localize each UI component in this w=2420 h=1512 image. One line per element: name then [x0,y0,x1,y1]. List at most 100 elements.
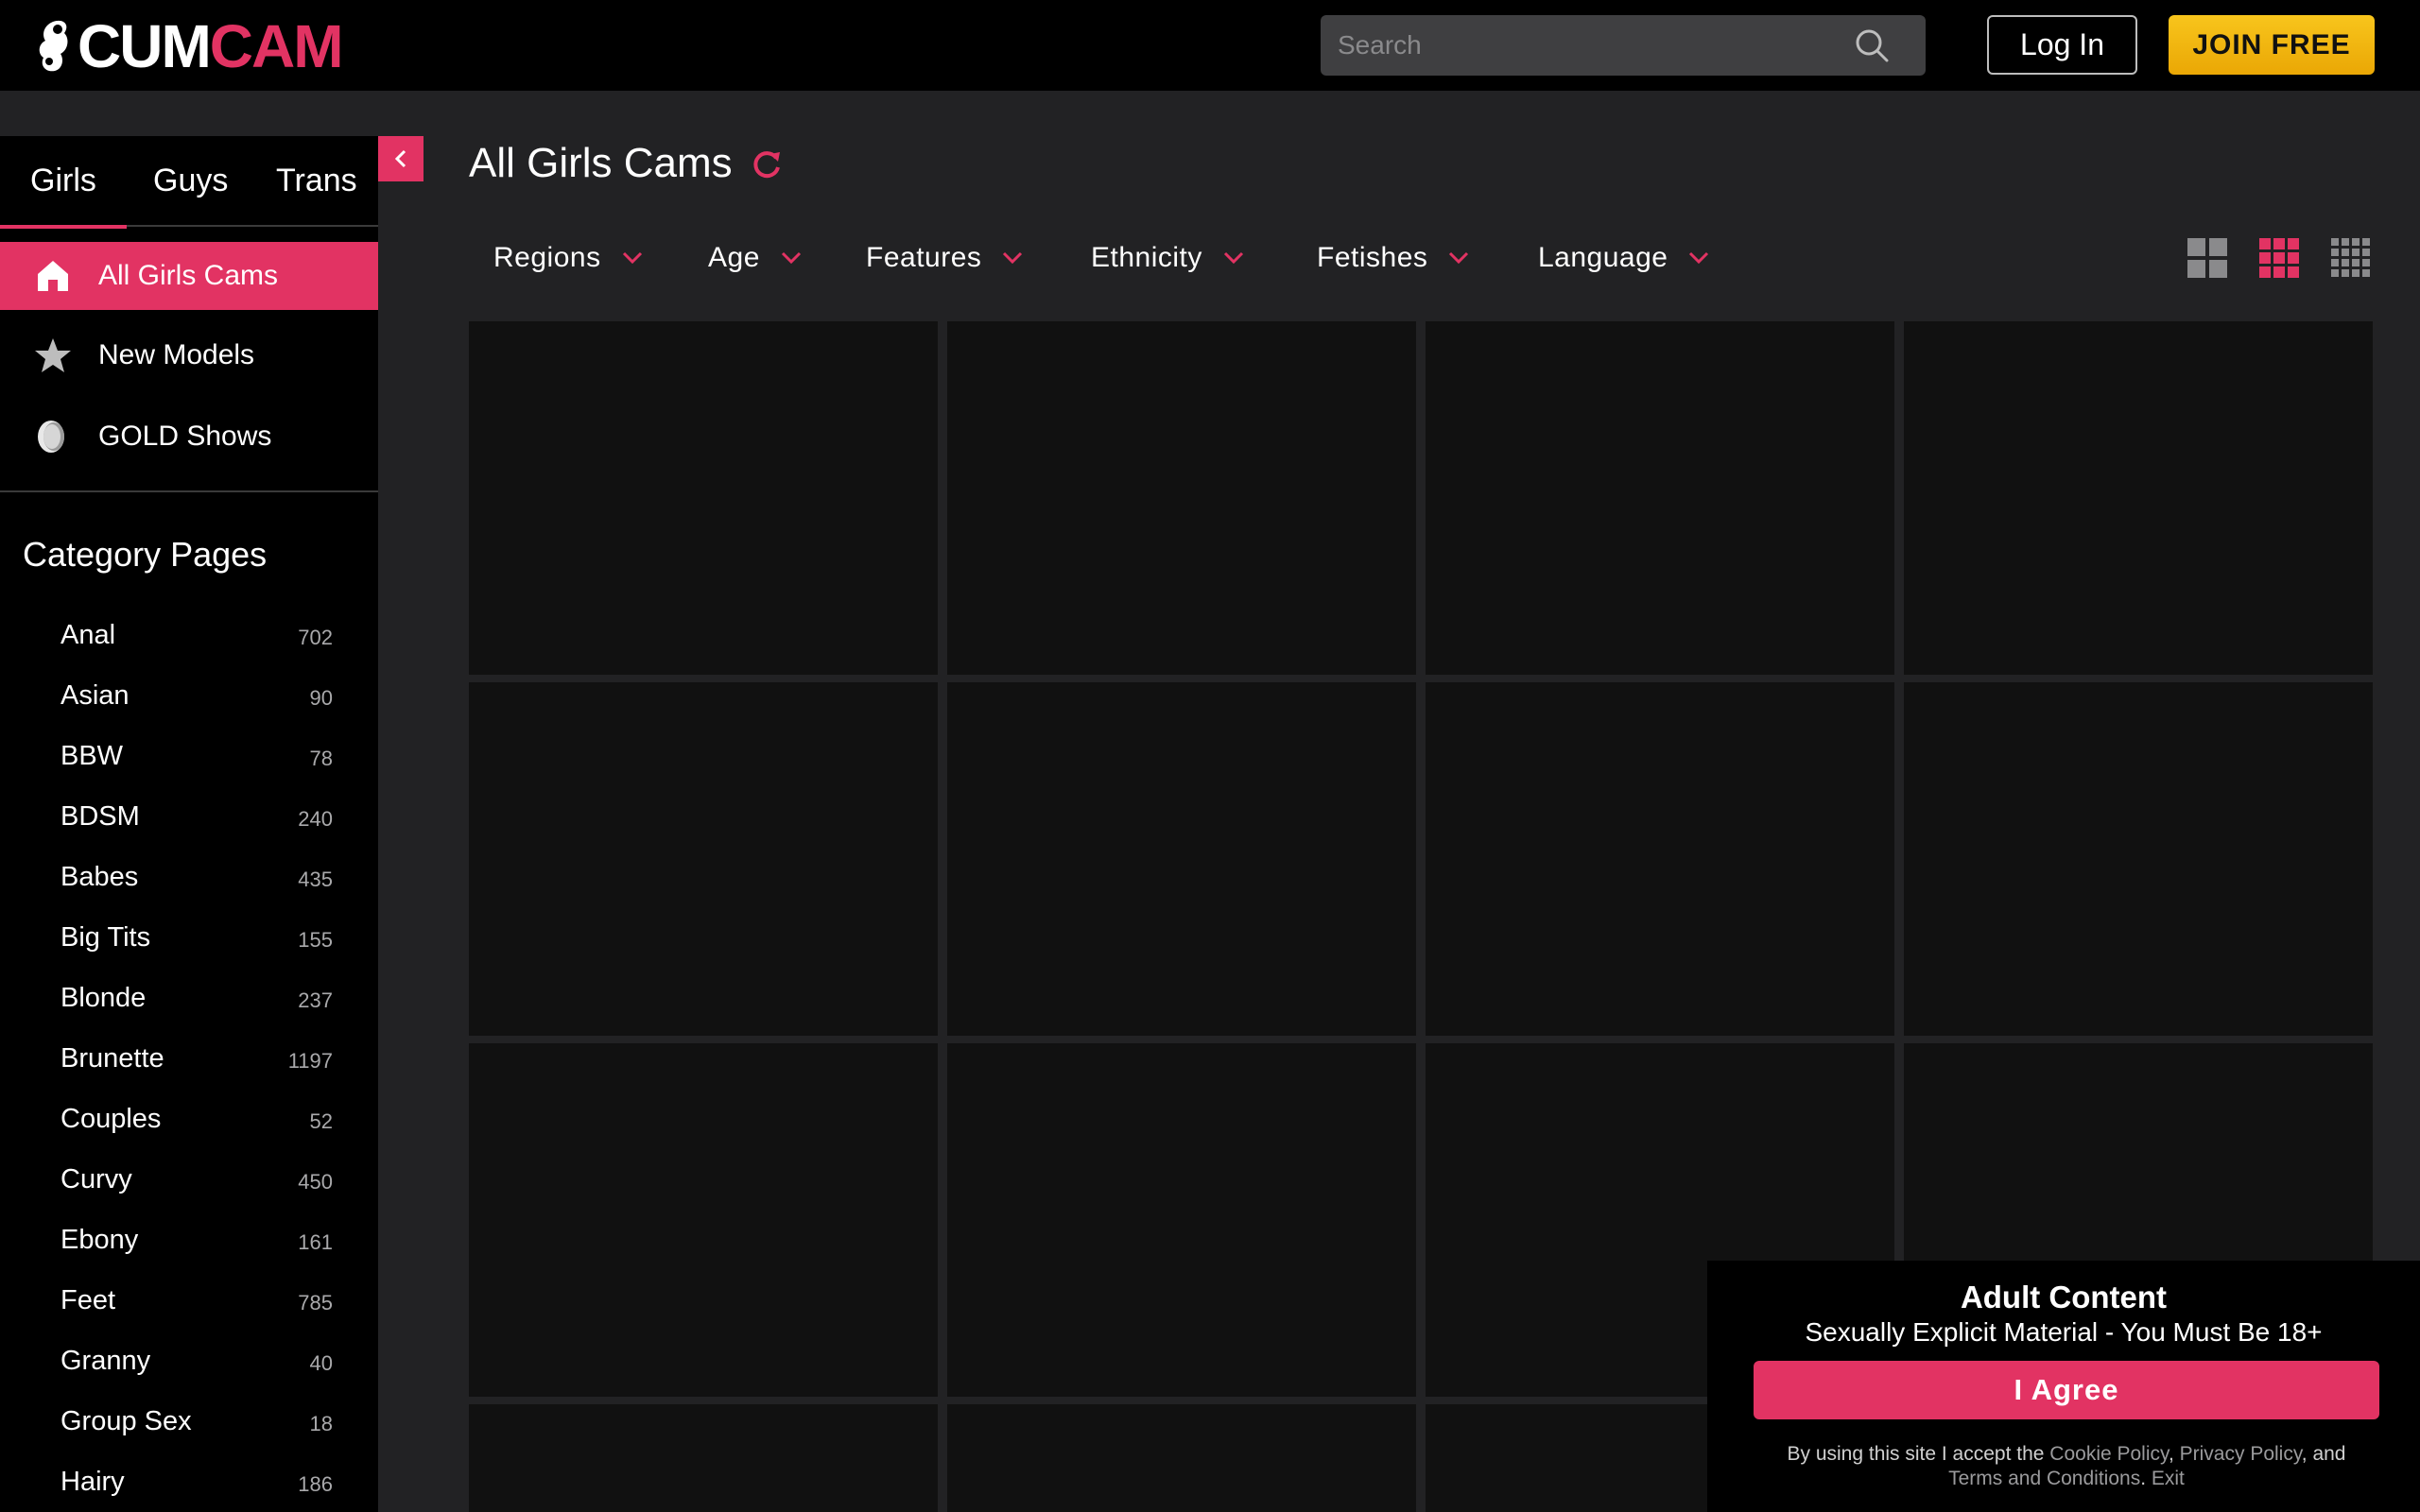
category-count: 40 [309,1351,333,1375]
chevron-down-icon [1689,251,1709,265]
medium-grid-icon[interactable] [2259,238,2299,278]
cam-tile[interactable] [1904,321,2373,675]
logo-drop-icon [39,20,68,72]
cam-tile[interactable] [469,1043,938,1397]
category-name: Babes [60,862,139,892]
category-item[interactable]: Curvy 450 [60,1164,333,1202]
cam-tile[interactable] [1904,682,2373,1036]
category-count: 78 [309,747,333,770]
filter-ethnicity[interactable]: Ethnicity [1091,242,1244,274]
filter-label: Regions [493,242,601,273]
cam-tile[interactable] [1426,321,1894,675]
cam-tile[interactable] [947,1404,1416,1512]
category-item[interactable]: Asian 90 [60,680,333,718]
category-item[interactable]: Feet 785 [60,1285,333,1323]
category-count: 450 [298,1170,333,1194]
refresh-icon[interactable] [751,148,783,180]
cam-tile[interactable] [947,682,1416,1036]
privacy-policy-link[interactable]: Privacy Policy [2180,1443,2302,1465]
category-item[interactable]: Ebony 161 [60,1225,333,1263]
category-item[interactable]: Group Sex 18 [60,1406,333,1444]
logo-text-white: CUM [78,12,212,80]
legal-prefix: By using this site I accept the [1787,1443,2050,1465]
category-item[interactable]: Babes 435 [60,862,333,900]
nav-item-gold-shows[interactable]: GOLD Shows [0,403,378,471]
category-count: 186 [298,1472,333,1496]
gender-tabs: Girls Guys Trans [0,136,378,229]
category-name: BDSM [60,801,140,832]
search-icon[interactable] [1855,28,1889,62]
search-input[interactable] [1321,15,1926,76]
category-item[interactable]: BDSM 240 [60,801,333,839]
filter-label: Language [1538,242,1668,273]
cam-tile[interactable] [947,1043,1416,1397]
category-item[interactable]: Granny 40 [60,1346,333,1383]
small-grid-icon[interactable] [2331,238,2371,278]
nav-item-all-girls-cams[interactable]: All Girls Cams [0,242,378,310]
filter-age[interactable]: Age [708,242,802,274]
cam-tile[interactable] [947,321,1416,675]
cam-tile[interactable] [469,682,938,1036]
category-name: Couples [60,1104,162,1134]
category-item[interactable]: Anal 702 [60,620,333,658]
category-name: Group Sex [60,1406,192,1436]
terms-link[interactable]: Terms and Conditions [1948,1468,2140,1489]
cam-tile[interactable] [469,1404,938,1512]
login-button[interactable]: Log In [1987,15,2137,75]
sidebar-divider [0,490,378,492]
chevron-down-icon [1449,251,1469,265]
large-grid-icon[interactable] [2187,238,2227,278]
legal-and: , and [2301,1443,2346,1465]
filter-fetishes[interactable]: Fetishes [1317,242,1469,274]
category-name: Big Tits [60,922,151,953]
consent-legal-text: By using this site I accept the Cookie P… [1783,1442,2350,1491]
category-item[interactable]: Couples 52 [60,1104,333,1142]
category-name: Hairy [60,1467,125,1497]
category-name: Anal [60,620,116,650]
filter-language[interactable]: Language [1538,242,1709,274]
filter-label: Fetishes [1317,242,1428,273]
legal-dot: . [2140,1468,2152,1489]
cam-tile[interactable] [1426,682,1894,1036]
filter-label: Features [866,242,982,273]
nav-item-new-models[interactable]: New Models [0,321,378,389]
category-count: 237 [298,988,333,1012]
category-name: Asian [60,680,130,711]
agree-button[interactable]: I Agree [1754,1361,2379,1419]
category-item[interactable]: Big Tits 155 [60,922,333,960]
exit-link[interactable]: Exit [2152,1468,2185,1489]
category-item[interactable]: BBW 78 [60,741,333,779]
filter-features[interactable]: Features [866,242,1023,274]
nav-item-label: All Girls Cams [98,260,279,291]
category-count: 52 [309,1109,333,1133]
chevron-down-icon [1003,251,1023,265]
site-logo[interactable]: CUM CAM [36,12,343,80]
tab-girls[interactable]: Girls [0,163,127,229]
category-name: Curvy [60,1164,132,1194]
category-item[interactable]: Brunette 1197 [60,1043,333,1081]
category-count: 1197 [287,1049,333,1073]
cam-tile[interactable] [469,321,938,675]
category-count: 155 [298,928,333,952]
cookie-policy-link[interactable]: Cookie Policy [2049,1443,2169,1465]
category-count: 161 [298,1230,333,1254]
category-item[interactable]: Blonde 237 [60,983,333,1021]
consent-subtitle: Sexually Explicit Material - You Must Be… [1805,1317,2323,1347]
tab-guys[interactable]: Guys [153,163,228,199]
category-item[interactable]: Hairy 186 [60,1467,333,1504]
nav-item-label: New Models [98,339,255,370]
chevron-down-icon [622,251,642,265]
filter-label: Age [708,242,760,273]
chevron-left-icon [394,149,406,168]
gold-coin-icon [38,421,64,453]
category-pages-title: Category Pages [23,535,268,574]
category-count: 435 [298,868,333,891]
legal-comma: , [2168,1443,2180,1465]
sidebar: Girls Guys Trans All Girls Cams New Mode… [0,136,378,1512]
category-name: Ebony [60,1225,139,1255]
tab-trans[interactable]: Trans [276,163,357,199]
collapse-sidebar-button[interactable] [378,136,424,181]
filter-regions[interactable]: Regions [493,242,643,274]
join-free-button[interactable]: JOIN FREE [2169,15,2375,75]
chevron-down-icon [781,251,801,265]
